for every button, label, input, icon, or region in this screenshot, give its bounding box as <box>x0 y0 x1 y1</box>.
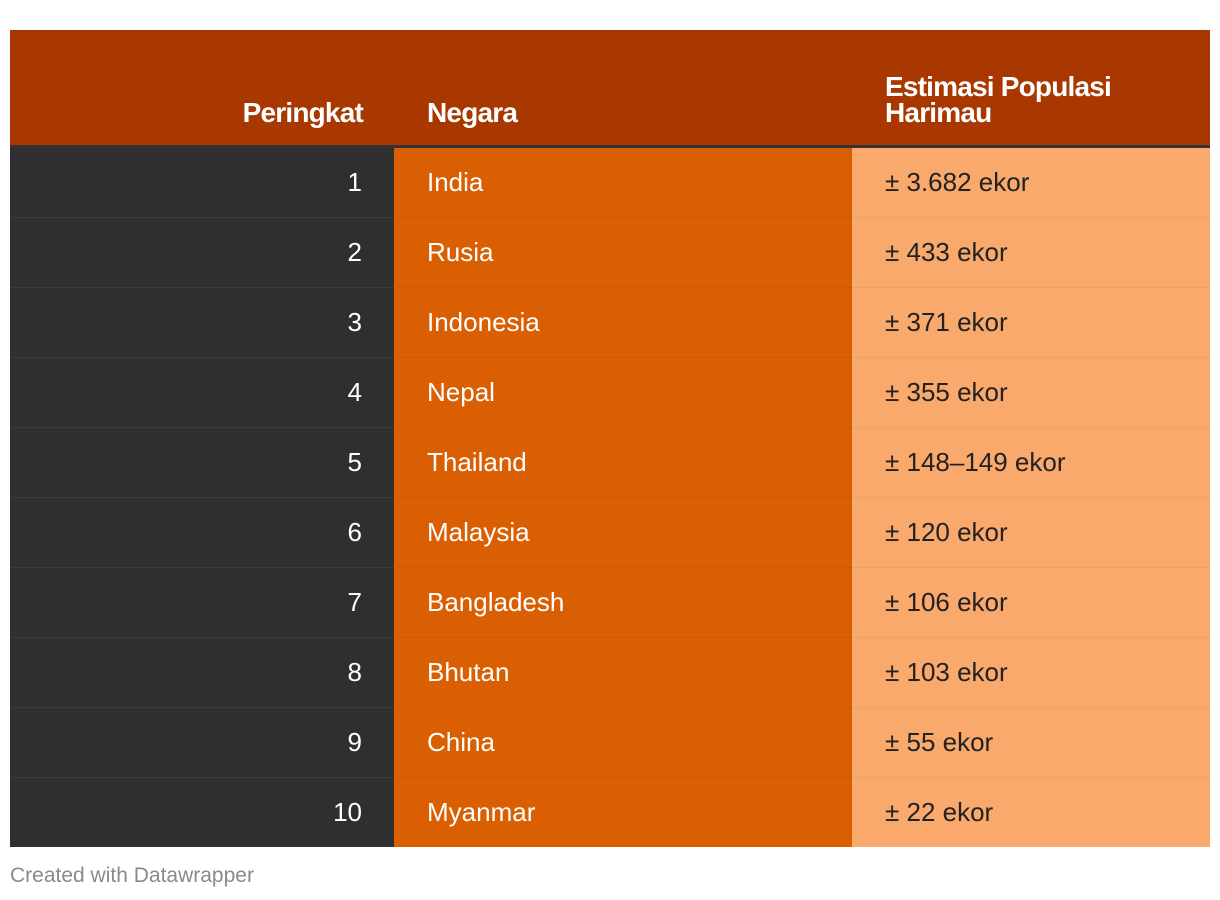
table-body: 1 India ± 3.682 ekor 2 Rusia ± 433 ekor 3 Indon… <box>10 146 1210 847</box>
table-row: 8 Bhutan ± 103 ekor <box>10 637 1210 708</box>
table-row: 1 India ± 3.682 ekor <box>10 146 1210 218</box>
table-row: 6 Malaysia ± 120 ekor <box>10 497 1210 568</box>
cell-population: ± 55 ekor <box>852 707 1210 778</box>
cell-country: Myanmar <box>394 777 852 847</box>
cell-country: Rusia <box>394 217 852 288</box>
header-row: Peringkat Negara Estimasi Populasi Harim… <box>10 30 1210 148</box>
cell-rank: 5 <box>10 427 394 498</box>
data-table-container: Peringkat Negara Estimasi Populasi Harim… <box>10 30 1210 847</box>
table-header: Peringkat Negara Estimasi Populasi Harim… <box>10 30 1210 148</box>
cell-rank: 2 <box>10 217 394 288</box>
cell-population: ± 371 ekor <box>852 287 1210 358</box>
cell-rank: 6 <box>10 497 394 568</box>
cell-country: India <box>394 146 852 218</box>
table-row: 4 Nepal ± 355 ekor <box>10 357 1210 428</box>
cell-population: ± 148–149 ekor <box>852 427 1210 498</box>
cell-country: Nepal <box>394 357 852 428</box>
cell-rank: 10 <box>10 777 394 847</box>
cell-country: Indonesia <box>394 287 852 358</box>
cell-population: ± 22 ekor <box>852 777 1210 847</box>
cell-rank: 4 <box>10 357 394 428</box>
table-row: 10 Myanmar ± 22 ekor <box>10 777 1210 847</box>
cell-country: Bangladesh <box>394 567 852 638</box>
datawrapper-credit: Created with Datawrapper <box>10 864 254 887</box>
cell-country: Bhutan <box>394 637 852 708</box>
cell-rank: 7 <box>10 567 394 638</box>
column-header-rank[interactable]: Peringkat <box>10 30 394 148</box>
cell-population: ± 355 ekor <box>852 357 1210 428</box>
table-row: 7 Bangladesh ± 106 ekor <box>10 567 1210 638</box>
cell-population: ± 106 ekor <box>852 567 1210 638</box>
cell-rank: 8 <box>10 637 394 708</box>
tiger-population-table: Peringkat Negara Estimasi Populasi Harim… <box>10 30 1210 847</box>
column-header-population[interactable]: Estimasi Populasi Harimau <box>852 30 1210 148</box>
cell-rank: 3 <box>10 287 394 358</box>
cell-population: ± 433 ekor <box>852 217 1210 288</box>
table-row: 2 Rusia ± 433 ekor <box>10 217 1210 288</box>
table-row: 5 Thailand ± 148–149 ekor <box>10 427 1210 498</box>
cell-population: ± 120 ekor <box>852 497 1210 568</box>
cell-rank: 1 <box>10 146 394 218</box>
cell-rank: 9 <box>10 707 394 778</box>
column-header-country[interactable]: Negara <box>394 30 852 148</box>
cell-population: ± 3.682 ekor <box>852 146 1210 218</box>
cell-country: China <box>394 707 852 778</box>
cell-country: Thailand <box>394 427 852 498</box>
table-row: 9 China ± 55 ekor <box>10 707 1210 778</box>
table-row: 3 Indonesia ± 371 ekor <box>10 287 1210 358</box>
cell-population: ± 103 ekor <box>852 637 1210 708</box>
cell-country: Malaysia <box>394 497 852 568</box>
